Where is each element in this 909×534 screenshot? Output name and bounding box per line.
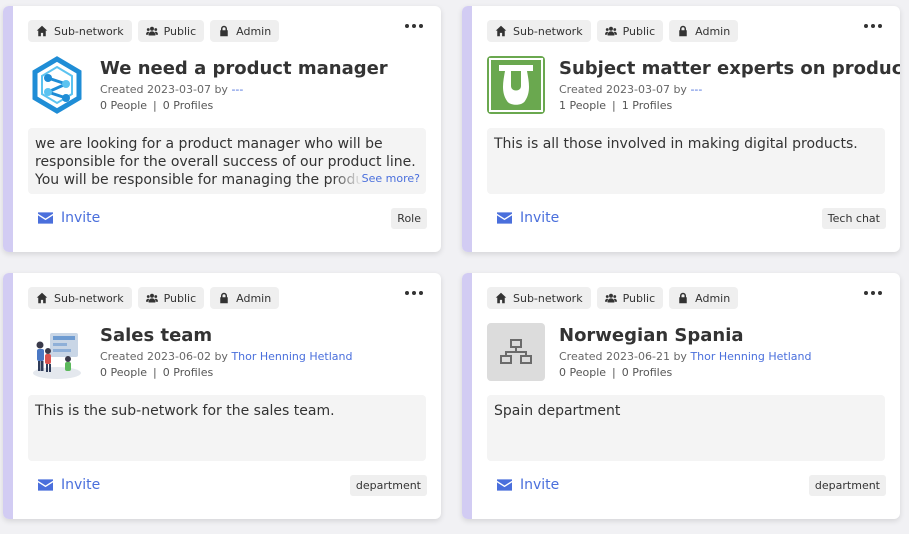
public-badge: Public [137,20,205,42]
home-icon [36,292,48,304]
badge-row: Sub-network Public Admin [28,287,280,309]
badge-row: Sub-network Public Admin [487,20,739,42]
invite-button[interactable]: Invite [38,210,100,226]
author-link[interactable]: Thor Henning Hetland [690,350,811,363]
subnetwork-card: Sub-network Public Admin Sales team Crea… [3,273,441,519]
badge-row: Sub-network Public Admin [487,287,739,309]
category-tag: department [349,475,427,496]
member-counts: 0 People | 0 Profiles [559,366,673,379]
admin-badge: Admin [669,287,739,309]
member-counts: 0 People | 0 Profiles [100,99,214,112]
more-options-icon[interactable] [864,24,882,28]
admin-badge: Admin [210,287,280,309]
home-icon [495,292,507,304]
subnetwork-card: Sub-network Public Admin Norwegian Spani… [462,273,900,519]
lock-icon [220,292,228,304]
public-badge: Public [137,287,205,309]
envelope-icon [38,479,53,491]
badge-row: Sub-network Public Admin [28,20,280,42]
description-text: This is the sub-network for the sales te… [35,403,335,419]
category-tag: Role [391,208,427,229]
more-options-icon[interactable] [405,291,423,295]
lock-icon [220,25,228,37]
member-counts: 0 People | 0 Profiles [100,366,214,379]
author-link[interactable]: --- [690,83,702,96]
author-link[interactable]: --- [231,83,243,96]
lock-icon [679,292,687,304]
subnetwork-badge: Sub-network [487,20,591,42]
lock-icon [679,25,687,37]
profiles-count: 0 Profiles [162,99,214,112]
card-title[interactable]: Sales team [100,325,212,346]
created-info: Created 2023-03-07 by --- [559,83,703,96]
invite-button[interactable]: Invite [497,210,559,226]
public-badge: Public [596,287,664,309]
subnetwork-badge: Sub-network [28,287,132,309]
users-icon [145,293,158,303]
admin-badge: Admin [210,20,280,42]
more-options-icon[interactable] [405,24,423,28]
created-info: Created 2023-03-07 by --- [100,83,244,96]
card-title[interactable]: Norwegian Spania [559,325,744,346]
invite-button[interactable]: Invite [497,477,559,493]
profiles-count: 0 Profiles [162,366,214,379]
people-count: 0 People [559,366,607,379]
profiles-count: 0 Profiles [621,366,673,379]
invite-button[interactable]: Invite [38,477,100,493]
card-title[interactable]: We need a product manager [100,58,388,79]
envelope-icon [38,212,53,224]
users-icon [145,26,158,36]
category-tag: Tech chat [821,208,886,229]
description-box: Spain department [487,395,885,461]
home-icon [495,25,507,37]
hexagon-network-logo [28,56,86,114]
description-text: This is all those involved in making dig… [494,136,858,152]
team-illustration-logo [28,323,86,381]
more-options-icon[interactable] [864,291,882,295]
public-badge: Public [596,20,664,42]
subnetwork-card: Sub-network Public Admin Subject matter … [462,6,900,252]
users-icon [604,293,617,303]
member-counts: 1 People | 1 Profiles [559,99,673,112]
admin-badge: Admin [669,20,739,42]
users-icon [604,26,617,36]
people-count: 0 People [100,366,148,379]
green-vase-logo [487,56,545,114]
description-box: we are looking for a product manager who… [28,128,426,194]
envelope-icon [497,212,512,224]
created-info: Created 2023-06-21 by Thor Henning Hetla… [559,350,812,363]
home-icon [36,25,48,37]
subnetwork-badge: Sub-network [28,20,132,42]
card-title[interactable]: Subject matter experts on products [559,58,900,79]
profiles-count: 1 Profiles [621,99,673,112]
people-count: 0 People [100,99,148,112]
envelope-icon [497,479,512,491]
subnetwork-card: Sub-network Public Admin We need a produ… [3,6,441,252]
description-box: This is all those involved in making dig… [487,128,885,194]
author-link[interactable]: Thor Henning Hetland [231,350,352,363]
people-count: 1 People [559,99,607,112]
network-placeholder-icon [487,323,545,381]
see-more-link[interactable]: See more? [331,170,420,188]
description-box: This is the sub-network for the sales te… [28,395,426,461]
description-text: Spain department [494,403,621,419]
created-info: Created 2023-06-02 by Thor Henning Hetla… [100,350,353,363]
subnetwork-badge: Sub-network [487,287,591,309]
category-tag: department [808,475,886,496]
